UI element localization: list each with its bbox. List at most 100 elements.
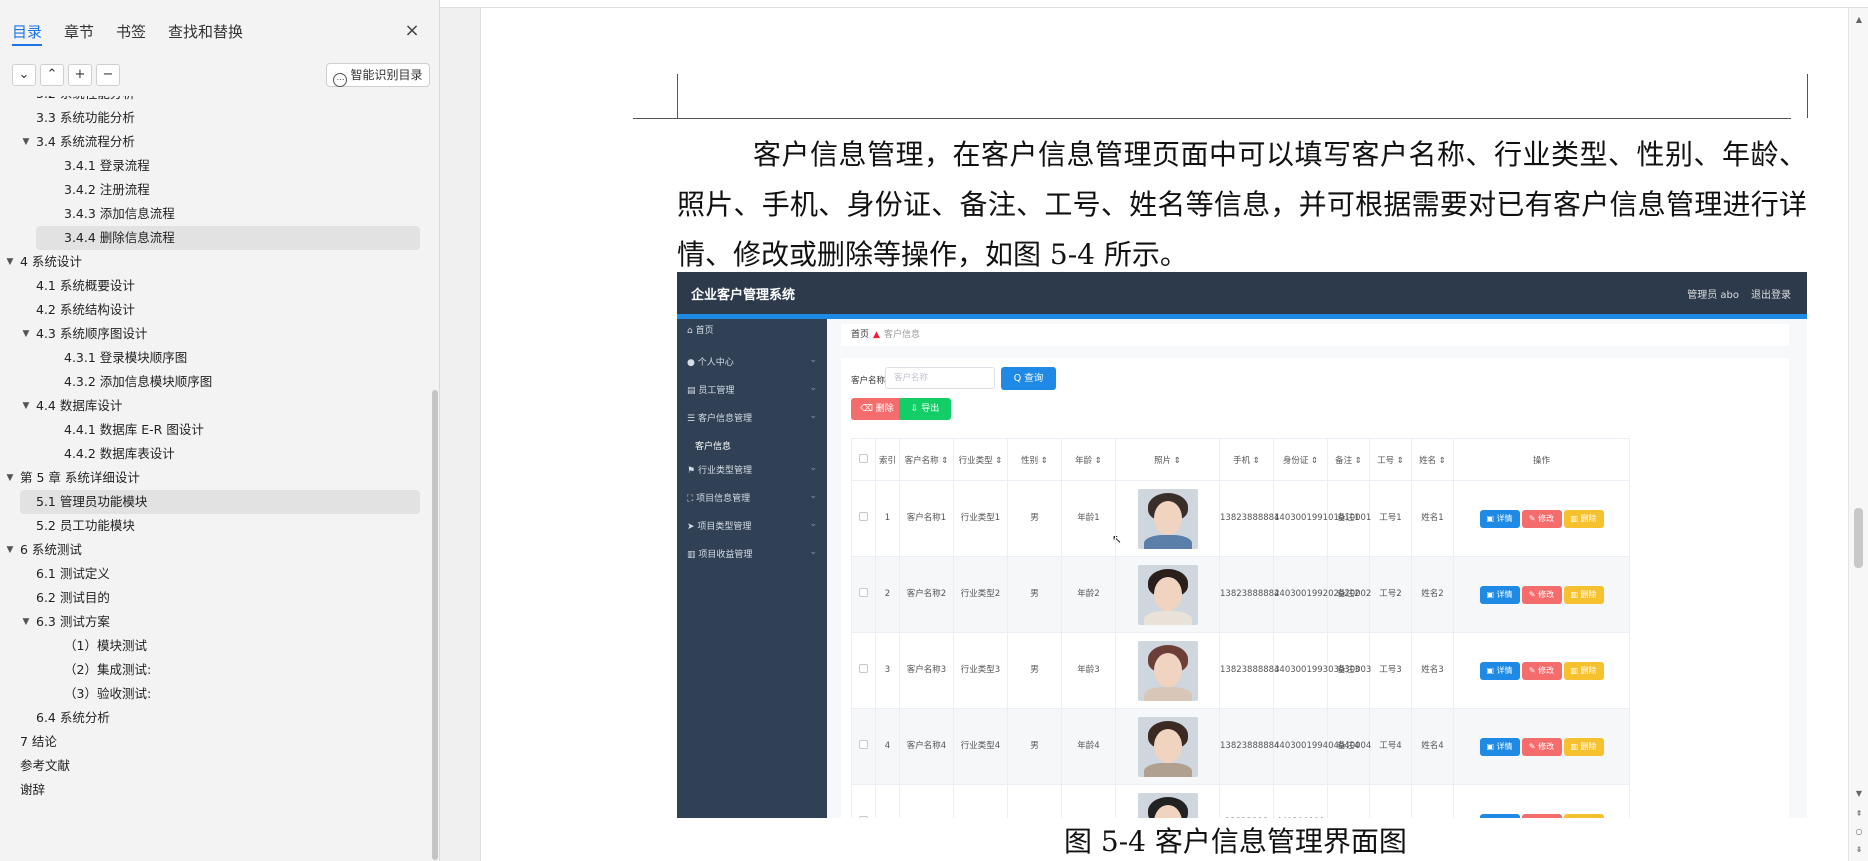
- outline-item-label: 参考文献: [20, 758, 71, 773]
- outline-item[interactable]: ▼ 4.4 数据库设计: [20, 394, 420, 418]
- tab-3[interactable]: 查找和替换: [168, 20, 243, 46]
- photo-body: [1143, 610, 1192, 625]
- outline-item[interactable]: （3）验收测试:: [36, 682, 420, 706]
- tab-2[interactable]: 书签: [116, 20, 146, 46]
- outline-item[interactable]: 5.1 管理员功能模块: [20, 490, 420, 514]
- fig-logout-link: 退出登录: [1751, 290, 1791, 301]
- detail-icon: ▣: [1486, 741, 1497, 751]
- outline-item-label: 4.4.2 数据库表设计: [64, 446, 175, 461]
- expand-arrow-icon[interactable]: ▼: [4, 538, 16, 562]
- expand-arrow-icon[interactable]: ▼: [20, 322, 32, 346]
- remove-icon: ▥: [1570, 665, 1581, 675]
- expand-arrow-icon[interactable]: ▼: [4, 466, 16, 490]
- fig-cell: [1327, 784, 1370, 818]
- sort-icon: ⇕: [1308, 455, 1319, 466]
- fig-export-button: ⇩ 导出: [899, 398, 951, 420]
- outline-item[interactable]: 谢辞: [4, 778, 420, 802]
- remove-button-label: 删除: [1580, 589, 1597, 599]
- outline-item[interactable]: 参考文献: [4, 754, 420, 778]
- scroll-up-icon[interactable]: ▲: [1853, 14, 1865, 26]
- outline-item[interactable]: 5.2 员工功能模块: [20, 514, 420, 538]
- outline-item[interactable]: ▼ 4.3 系统顺序图设计: [20, 322, 420, 346]
- fig-column-header: 身份证 ⇕: [1273, 438, 1328, 481]
- outline-item[interactable]: ▼ 第 5 章 系统详细设计: [4, 466, 420, 490]
- fig-cell: 姓名2: [1411, 556, 1454, 633]
- outline-item[interactable]: 7 结论: [4, 730, 420, 754]
- close-icon[interactable]: ×: [403, 22, 421, 40]
- chevron-down-icon: ⌄: [809, 383, 817, 393]
- fig-table-row: 1 客户名称1 行业类型1 男年龄1 13823888881 44030019910101…: [851, 480, 1630, 557]
- outline-item[interactable]: 3.4.3 添加信息流程: [36, 202, 420, 226]
- fig-column-label: 照片: [1154, 455, 1172, 466]
- add-level-button[interactable]: +: [68, 64, 92, 86]
- next-page-icon[interactable]: ⇟: [1853, 844, 1865, 856]
- expand-arrow-icon[interactable]: ▼: [4, 250, 16, 274]
- outline-item[interactable]: 6.4 系统分析: [20, 706, 420, 730]
- outline-scrollbar[interactable]: [432, 390, 438, 860]
- outline-item-label: 3.4.4 删除信息流程: [64, 230, 175, 245]
- outline-item[interactable]: ▼ 3.4 系统流程分析: [20, 130, 420, 154]
- outline-item[interactable]: 4.3.2 添加信息模块顺序图: [36, 370, 420, 394]
- outline-item[interactable]: 4.1 系统概要设计: [20, 274, 420, 298]
- outline-item[interactable]: 4.2 系统结构设计: [20, 298, 420, 322]
- outline-item[interactable]: 3.4.4 删除信息流程: [36, 226, 420, 250]
- detail-button-label: 详情: [1497, 818, 1513, 819]
- row-checkbox: [859, 815, 868, 818]
- sort-icon: ⇕: [1250, 455, 1260, 466]
- scroll-down-icon[interactable]: ▼: [1853, 788, 1865, 800]
- row-checkbox: [859, 663, 868, 673]
- outline-item[interactable]: 3.2 系统性能分析: [20, 96, 420, 106]
- document-scrollbar[interactable]: ▲ ▼ ⇞ ○ ⇟: [1848, 8, 1868, 861]
- outline-item[interactable]: 3.4.1 登录流程: [36, 154, 420, 178]
- sort-icon: ⇕: [1352, 455, 1362, 466]
- outline-item[interactable]: ▼ 4 系统设计: [4, 250, 420, 274]
- outline-item[interactable]: （2）集成测试:: [36, 658, 420, 682]
- expand-arrow-icon[interactable]: ▼: [20, 130, 32, 154]
- tab-0[interactable]: 目录: [12, 20, 43, 46]
- fig-cell: [953, 784, 1008, 818]
- remove-button-label: 删除: [1581, 818, 1597, 819]
- outline-item[interactable]: 4.4.1 数据库 E-R 图设计: [36, 418, 420, 442]
- fig-nav-item: ☰ 客户信息管理 ⌄: [687, 411, 817, 424]
- prev-page-icon[interactable]: ⇞: [1853, 808, 1865, 820]
- fig-cell: 工号4: [1369, 708, 1412, 785]
- fig-cell: 男: [1007, 556, 1062, 633]
- outline-item[interactable]: ▼ 6 系统测试: [4, 538, 420, 562]
- collapse-all-button[interactable]: ⌃: [40, 64, 64, 86]
- outline-tabs: 目录 章节 书签 查找和替换: [12, 20, 265, 46]
- fig-nav-item: ▥ 项目收益管理 ⌄: [687, 547, 817, 560]
- customer-photo: [1137, 488, 1198, 549]
- outline-item[interactable]: 4.3.1 登录模块顺序图: [36, 346, 420, 370]
- outline-item[interactable]: 6.1 测试定义: [20, 562, 420, 586]
- outline-item[interactable]: 4.4.2 数据库表设计: [36, 442, 420, 466]
- page-select-icon[interactable]: ○: [1853, 826, 1865, 838]
- expand-all-button[interactable]: ⌄: [12, 64, 36, 86]
- fig-column-header: [851, 438, 876, 481]
- expand-arrow-icon[interactable]: ▼: [20, 610, 32, 634]
- outline-item[interactable]: 6.2 测试目的: [20, 586, 420, 610]
- tab-1[interactable]: 章节: [64, 20, 94, 46]
- remove-level-button[interactable]: −: [96, 64, 120, 86]
- outline-item[interactable]: （1）模块测试: [36, 634, 420, 658]
- outline-item-label: 5.1 管理员功能模块: [36, 494, 148, 509]
- fig-column-header: 工号 ⇕: [1369, 438, 1412, 481]
- detail-icon: ▣: [1486, 818, 1496, 819]
- outline-item-label: 4 系统设计: [20, 254, 82, 269]
- expand-arrow-icon[interactable]: ▼: [20, 394, 32, 418]
- outline-item[interactable]: 3.3 系统功能分析: [20, 106, 420, 130]
- fig-column-label: 工号: [1377, 455, 1395, 466]
- fig-cell: 年龄3: [1061, 632, 1116, 709]
- outline-item[interactable]: 3.4.2 注册流程: [36, 178, 420, 202]
- fig-data-table: 索引 客户名称 ⇕ 行业类型 ⇕ 性别 ⇕ 年龄 ⇕ 照片 ⇕ 手机 ⇕ 身份证 ⇕ 备注 ⇕ 工…: [851, 438, 1630, 819]
- document-scroll-thumb[interactable]: [1854, 508, 1863, 568]
- customer-photo: [1137, 640, 1198, 701]
- fig-column-header: 性别 ⇕: [1007, 438, 1062, 481]
- fig-nav-item: ⚑ 行业类型管理 ⌄: [687, 463, 817, 476]
- fig-column-label: 行业类型: [958, 455, 993, 466]
- fig-cell: 姓名1: [1411, 480, 1454, 557]
- fig-content-panel: 客户名称 客户名称 Q 查询 ⌫ 删除 ⇩ 导出 ↖ 索引 客户名称 ⇕ 行业类型 …: [841, 358, 1789, 818]
- outline-item-label: 3.2 系统性能分析: [36, 96, 135, 106]
- outline-item[interactable]: ▼ 6.3 测试方案: [20, 610, 420, 634]
- smart-toc-button[interactable]: ⋯ 智能识别目录: [326, 63, 430, 87]
- fig-column-header: 姓名 ⇕: [1411, 438, 1454, 481]
